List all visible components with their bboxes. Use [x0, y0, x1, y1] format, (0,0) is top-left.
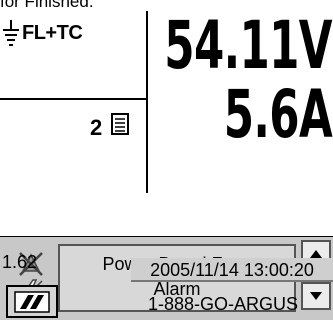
- date-time[interactable]: 2005/11/14 13:00:20: [131, 258, 333, 282]
- software-version: 1.62: [2, 252, 38, 272]
- support-phone: 1-888-GO-ARGUS: [148, 294, 299, 314]
- scroll-down-icon: [310, 292, 322, 300]
- ground-terminal-icon: [3, 20, 19, 46]
- scroll-down-button[interactable]: [301, 282, 331, 310]
- truncated-header-text: for Finished.: [0, 0, 94, 11]
- alarm-count: 2: [90, 115, 103, 140]
- current-reading: 5.6A: [223, 76, 333, 153]
- document-icon[interactable]: [111, 113, 131, 137]
- argus-logo-icon: [14, 290, 50, 313]
- voltage-reading: 54.11V: [164, 7, 332, 84]
- mode-label: FL+TC: [22, 22, 83, 44]
- argus-logo-button[interactable]: [6, 285, 58, 318]
